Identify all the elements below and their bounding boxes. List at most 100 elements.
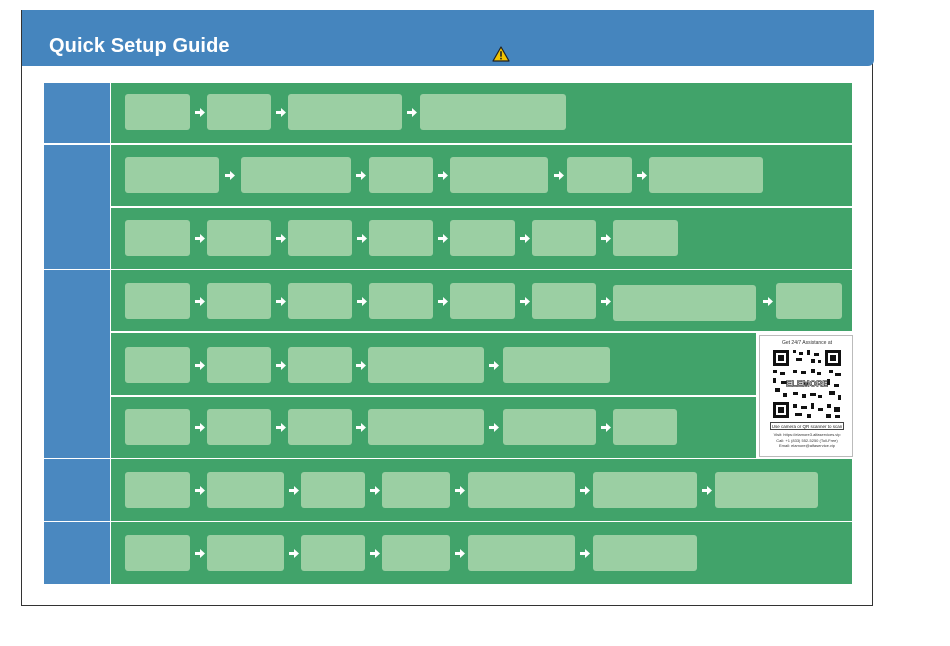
step-box [369, 283, 433, 319]
step-box [125, 347, 190, 383]
arrow-right-icon [520, 234, 530, 243]
arrow-right-icon [195, 423, 205, 432]
step-box [125, 157, 219, 193]
step-box [288, 347, 352, 383]
arrow-right-icon [370, 549, 380, 558]
arrow-right-icon [763, 297, 773, 306]
step-box [450, 157, 548, 193]
arrow-right-icon [702, 486, 712, 495]
arrow-right-icon [195, 486, 205, 495]
step-box [207, 347, 271, 383]
step-box [532, 283, 596, 319]
arrow-right-icon [195, 361, 205, 370]
qr-code-icon[interactable]: ELEMORE [771, 348, 843, 420]
arrow-right-icon [276, 297, 286, 306]
step-box [207, 283, 271, 319]
qr-caption: Use camera or QR scanner to scan [770, 422, 844, 430]
arrow-right-icon [370, 486, 380, 495]
qr-heading: Get 24/7 Assistance at [781, 340, 833, 346]
step-box [503, 347, 610, 383]
arrow-right-icon [438, 171, 448, 180]
step-box [241, 157, 351, 193]
arrow-right-icon [356, 171, 366, 180]
arrow-right-icon [637, 171, 647, 180]
step-box [125, 535, 190, 571]
steps-row-2 [111, 145, 852, 206]
step-box [382, 472, 450, 508]
arrow-right-icon [407, 108, 417, 117]
step-box [207, 94, 271, 130]
step-box [125, 283, 190, 319]
arrow-right-icon [601, 297, 611, 306]
arrow-right-icon [601, 234, 611, 243]
step-box [593, 535, 697, 571]
step-box [288, 283, 352, 319]
step-box [125, 472, 190, 508]
step-box [776, 283, 842, 319]
steps-row-3 [111, 208, 852, 269]
arrow-right-icon [601, 423, 611, 432]
step-box [532, 220, 596, 256]
arrow-right-icon [520, 297, 530, 306]
steps-row-4 [111, 270, 852, 331]
step-box [288, 220, 352, 256]
step-box [125, 409, 190, 445]
arrow-right-icon [225, 171, 235, 180]
step-box [420, 94, 566, 130]
steps-row-7 [111, 459, 852, 521]
arrow-right-icon [438, 234, 448, 243]
step-box [207, 409, 271, 445]
step-box [125, 94, 190, 130]
arrow-right-icon [489, 361, 499, 370]
step-box [613, 220, 678, 256]
arrow-right-icon [357, 297, 367, 306]
arrow-right-icon [195, 234, 205, 243]
steps-row-5 [111, 333, 756, 395]
arrow-right-icon [580, 486, 590, 495]
step-box [468, 535, 575, 571]
step-box [649, 157, 763, 193]
warning-triangle-icon [492, 46, 510, 62]
arrow-right-icon [195, 108, 205, 117]
arrow-right-icon [489, 423, 499, 432]
arrow-right-icon [357, 234, 367, 243]
section-3-label [44, 270, 110, 458]
arrow-right-icon [276, 361, 286, 370]
step-box [207, 472, 284, 508]
arrow-right-icon [356, 361, 366, 370]
step-box [207, 220, 271, 256]
step-box [301, 472, 365, 508]
step-box [468, 472, 575, 508]
step-box [503, 409, 596, 445]
step-box [301, 535, 365, 571]
qr-contact-info: Visit: https://elamore3.alfaservices.vip… [760, 432, 854, 449]
section-4-label [44, 459, 110, 521]
arrow-right-icon [195, 549, 205, 558]
step-box [369, 157, 433, 193]
step-box [368, 409, 484, 445]
section-2-label [44, 145, 110, 269]
step-box [613, 285, 756, 321]
step-box [593, 472, 697, 508]
qr-logo-text: ELEMORE [786, 379, 828, 389]
step-box [382, 535, 450, 571]
step-box [613, 409, 677, 445]
arrow-right-icon [438, 297, 448, 306]
qr-email-link[interactable]: Email: elamore@alfaservice.vip [760, 443, 854, 449]
qr-visit-link[interactable]: Visit: https://elamore3.alfaservices.vip [760, 432, 854, 438]
arrow-right-icon [276, 234, 286, 243]
section-5-label [44, 522, 110, 584]
steps-row-6 [111, 397, 756, 458]
step-box [715, 472, 818, 508]
arrow-right-icon [356, 423, 366, 432]
steps-row-8 [111, 522, 852, 584]
page-title: Quick Setup Guide [49, 35, 230, 57]
arrow-right-icon [289, 549, 299, 558]
guide-header: Quick Setup Guide [22, 10, 874, 66]
section-1-label [44, 83, 110, 143]
step-box [207, 535, 284, 571]
step-box [368, 347, 484, 383]
qr-assistance-card: Get 24/7 Assistance at ELEMORE Use camer… [759, 335, 853, 457]
arrow-right-icon [455, 549, 465, 558]
step-box [288, 409, 352, 445]
